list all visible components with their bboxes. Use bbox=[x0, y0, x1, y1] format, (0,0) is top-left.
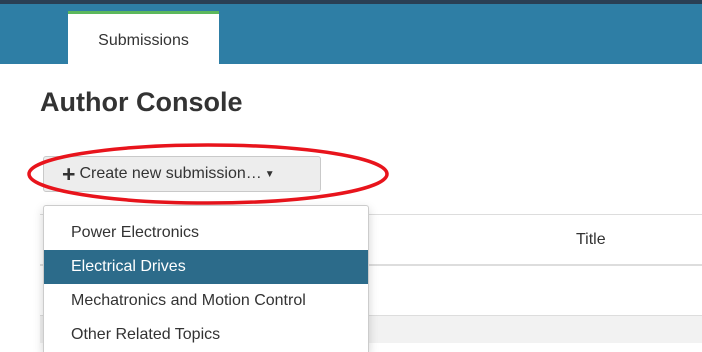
create-new-submission-button[interactable]: + Create new submission… ▼ bbox=[43, 156, 321, 192]
tab-submissions[interactable]: Submissions bbox=[68, 11, 219, 68]
menu-item-power-electronics[interactable]: Power Electronics bbox=[44, 216, 368, 250]
top-navigation-bar: Submissions bbox=[0, 0, 702, 68]
topic-dropdown-menu: Power Electronics Electrical Drives Mech… bbox=[43, 205, 369, 352]
menu-item-label: Mechatronics and Motion Control bbox=[71, 292, 306, 309]
tab-submissions-label: Submissions bbox=[98, 32, 189, 49]
menu-item-mechatronics-and-motion-control[interactable]: Mechatronics and Motion Control bbox=[44, 284, 368, 318]
menu-item-label: Electrical Drives bbox=[71, 258, 186, 275]
column-header-title[interactable]: Title bbox=[576, 231, 606, 249]
menu-item-label: Other Related Topics bbox=[71, 326, 221, 343]
menu-item-label: Power Electronics bbox=[71, 224, 200, 241]
menu-item-other-related-topics[interactable]: Other Related Topics bbox=[44, 318, 368, 352]
menu-item-electrical-drives[interactable]: Electrical Drives bbox=[44, 250, 368, 284]
caret-down-icon: ▼ bbox=[264, 168, 275, 180]
page-title: Author Console bbox=[40, 87, 243, 117]
create-new-submission-label: Create new submission… bbox=[79, 165, 262, 182]
plus-icon: + bbox=[62, 160, 76, 187]
